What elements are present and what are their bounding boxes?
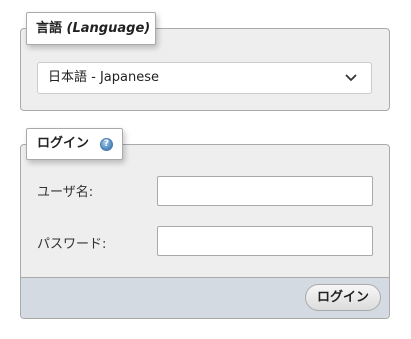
language-legend: 言語 (Language) bbox=[26, 12, 156, 45]
login-legend-label: ログイン bbox=[37, 136, 90, 151]
username-label: ユーザ名: bbox=[37, 185, 94, 200]
login-button[interactable]: ログイン bbox=[305, 284, 381, 311]
language-legend-label-en: (Language) bbox=[66, 21, 151, 36]
language-select[interactable]: 日本語 - Japanese bbox=[37, 62, 372, 94]
language-select-value: 日本語 - Japanese bbox=[48, 70, 159, 85]
help-icon[interactable]: ? bbox=[100, 138, 113, 151]
language-legend-label: 言語 bbox=[36, 21, 63, 36]
password-input[interactable] bbox=[157, 226, 373, 256]
chevron-down-icon bbox=[345, 74, 357, 81]
password-label: パスワード: bbox=[37, 237, 107, 252]
username-input[interactable] bbox=[157, 176, 373, 206]
login-legend: ログイン ? bbox=[26, 128, 123, 160]
